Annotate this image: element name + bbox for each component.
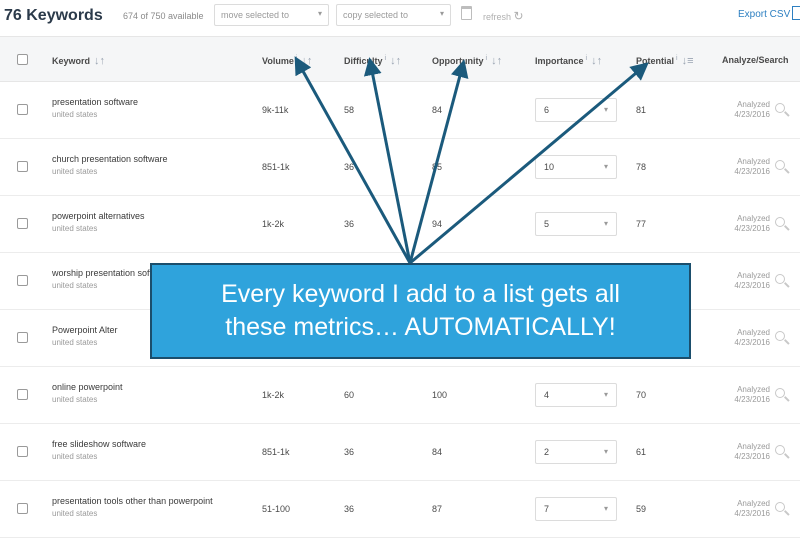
annotation-arrows <box>294 56 649 265</box>
volume-value: 51-100 <box>262 504 291 514</box>
analyzed-label: Analyzed <box>737 499 770 508</box>
analyzed-status: Analyzed 4/23/2016 <box>722 499 770 519</box>
analyzed-date: 4/23/2016 <box>734 509 770 518</box>
annotation-callout: Every keyword I add to a list gets all t… <box>150 263 691 359</box>
callout-line-1: Every keyword I add to a list gets all <box>221 280 620 308</box>
callout-line-2: these metrics… AUTOMATICALLY! <box>225 313 616 341</box>
chevron-down-icon: ▾ <box>603 504 608 513</box>
arrow-to-difficulty <box>363 57 412 264</box>
arrow-to-volume <box>294 56 412 264</box>
arrow-to-opportunity <box>408 59 469 264</box>
keyword-text: presentation tools other than powerpoint <box>52 496 213 506</box>
importance-select[interactable]: 7 ▾ <box>535 497 617 521</box>
keyword-location: united states <box>52 509 98 518</box>
opportunity-value: 87 <box>432 504 443 514</box>
search-icon[interactable] <box>775 502 785 512</box>
difficulty-value: 36 <box>344 504 355 514</box>
row-checkbox[interactable] <box>17 503 28 514</box>
potential-value: 59 <box>636 504 647 514</box>
importance-value: 7 <box>544 504 550 514</box>
arrow-to-potential <box>409 62 649 265</box>
